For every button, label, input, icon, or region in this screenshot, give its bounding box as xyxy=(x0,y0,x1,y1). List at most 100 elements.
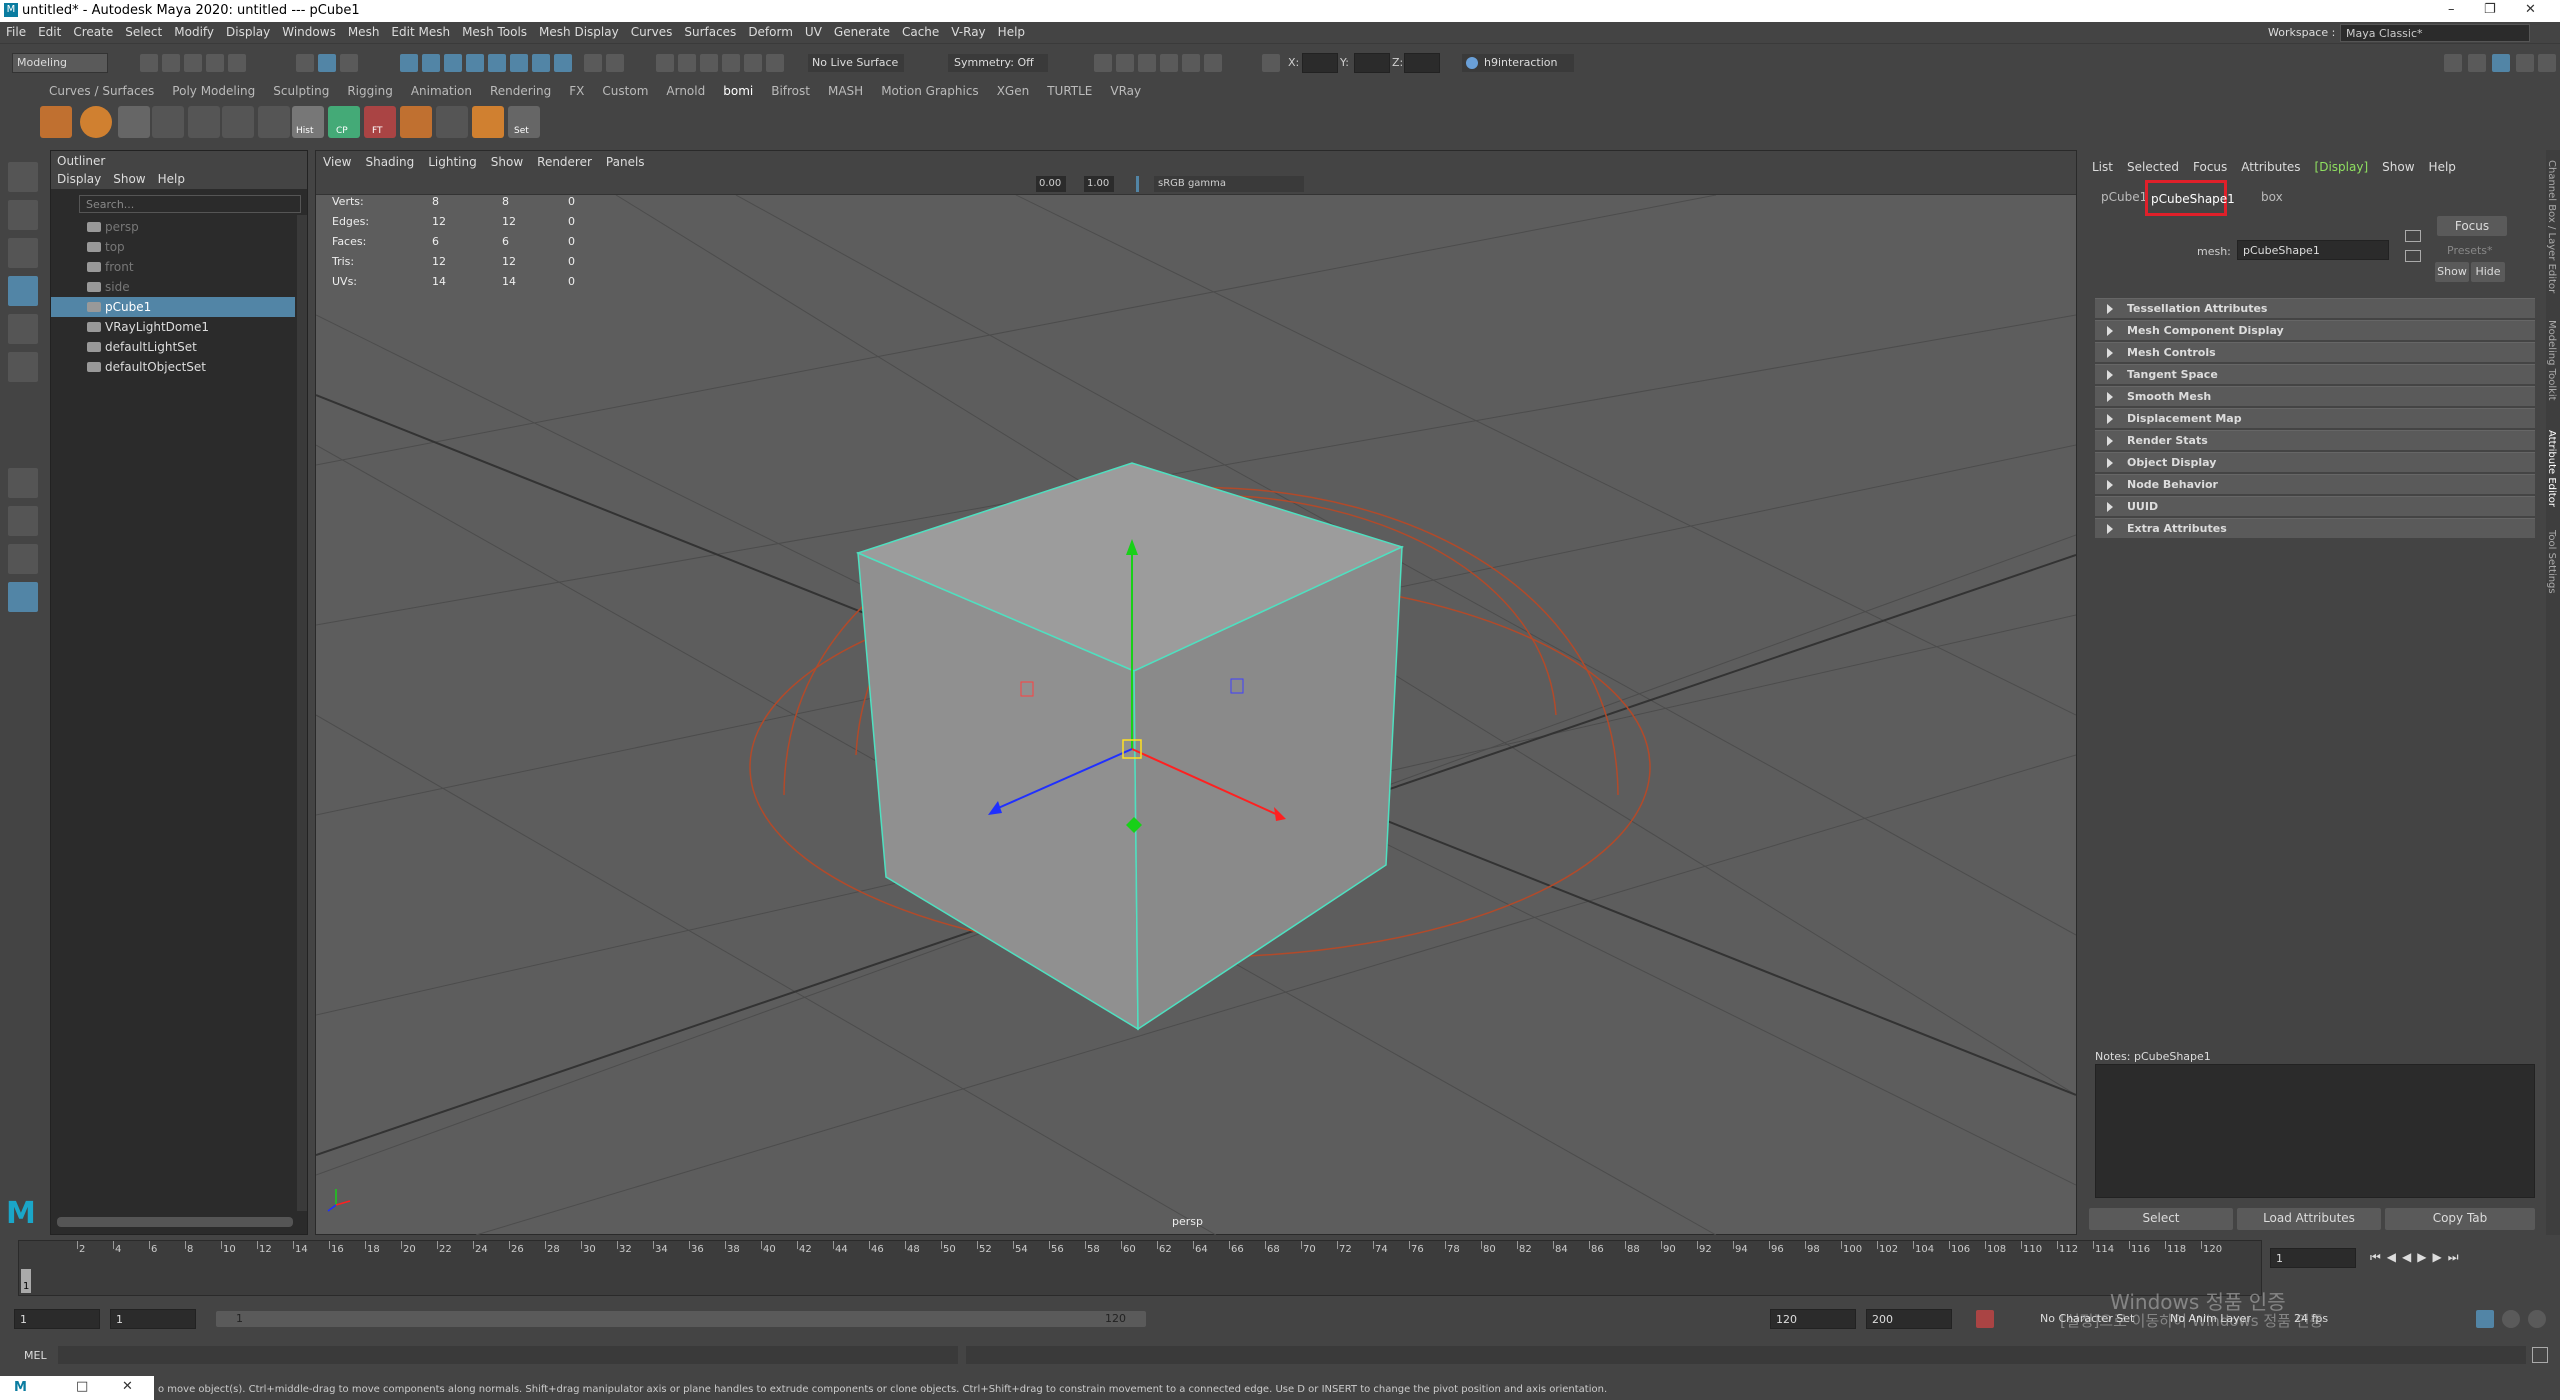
uv-grid-icon[interactable] xyxy=(152,106,184,138)
menu-deform[interactable]: Deform xyxy=(742,22,799,39)
menu-edit-mesh[interactable]: Edit Mesh xyxy=(385,22,456,39)
attr-section-mesh-controls[interactable]: Mesh Controls xyxy=(2095,342,2535,362)
outliner-hscroll[interactable] xyxy=(57,1217,293,1227)
menu-create[interactable]: Create xyxy=(67,22,119,39)
copy-tab-button[interactable]: Copy Tab xyxy=(2385,1208,2535,1230)
menu-display[interactable]: Display xyxy=(220,22,276,39)
shelf-tab-fx[interactable]: FX xyxy=(560,82,593,100)
attr-menu-attributes[interactable]: Attributes xyxy=(2234,156,2307,178)
color-management-icon[interactable] xyxy=(1136,176,1139,192)
notes-textarea[interactable] xyxy=(2095,1064,2535,1198)
menu-cache[interactable]: Cache xyxy=(896,22,945,39)
minimize-icon[interactable]: – xyxy=(2448,2,2455,17)
outliner-item[interactable]: side xyxy=(51,277,295,297)
copy-tab-icon[interactable] xyxy=(2405,250,2421,262)
transform-field-icon[interactable] xyxy=(1262,54,1280,72)
outliner-layout-icon[interactable] xyxy=(8,582,38,612)
universal-icon[interactable] xyxy=(766,54,784,72)
lock-icon[interactable] xyxy=(584,54,602,72)
new-scene-icon[interactable] xyxy=(140,54,158,72)
lasso-tool-icon[interactable] xyxy=(8,200,38,230)
loop-icon[interactable] xyxy=(2502,1310,2520,1328)
four-pane-icon[interactable] xyxy=(8,506,38,536)
end-frame-field[interactable]: 200 xyxy=(1866,1309,1952,1329)
close-icon[interactable]: ✕ xyxy=(2525,2,2536,17)
viewport-menu-panels[interactable]: Panels xyxy=(599,151,652,173)
viewport-menu-view[interactable]: View xyxy=(316,151,358,173)
menu-mesh[interactable]: Mesh xyxy=(342,22,386,39)
rotate-tool-icon[interactable] xyxy=(8,314,38,344)
curve-icon[interactable] xyxy=(436,106,468,138)
attr-menu-list[interactable]: List xyxy=(2085,156,2120,178)
menu-v-ray[interactable]: V-Ray xyxy=(945,22,991,39)
restore-icon[interactable]: ❐ xyxy=(2484,2,2496,17)
outliner-item[interactable]: pCube1 xyxy=(51,297,295,317)
menu-mesh-display[interactable]: Mesh Display xyxy=(533,22,625,39)
history-icon[interactable]: Hist xyxy=(292,106,324,138)
menu-curves[interactable]: Curves xyxy=(625,22,679,39)
menu-surfaces[interactable]: Surfaces xyxy=(678,22,742,39)
select-component-icon[interactable] xyxy=(340,54,358,72)
start-frame-field[interactable]: 1 xyxy=(14,1309,100,1329)
tab-pcube1[interactable]: pCube1 xyxy=(2101,190,2147,204)
mesh-name-field[interactable]: pCubeShape1 xyxy=(2237,240,2389,260)
channel-box-icon[interactable] xyxy=(2538,54,2556,72)
ipr-render-icon[interactable] xyxy=(1138,54,1156,72)
attribute-editor-tab[interactable]: Attribute Editor xyxy=(2546,430,2557,507)
undo-icon[interactable] xyxy=(206,54,224,72)
range-bar[interactable]: 1 120 xyxy=(216,1311,1146,1327)
channel-box-tab[interactable]: Channel Box / Layer Editor xyxy=(2546,160,2557,293)
y-field[interactable] xyxy=(1354,53,1390,73)
menu-windows[interactable]: Windows xyxy=(276,22,342,39)
menu-generate[interactable]: Generate xyxy=(828,22,896,39)
single-pane-icon[interactable] xyxy=(8,468,38,498)
shelf-tab-vray[interactable]: VRay xyxy=(1101,82,1150,100)
viewport-menu-shading[interactable]: Shading xyxy=(358,151,421,173)
snap-together-icon[interactable] xyxy=(606,54,624,72)
viewport-menu-lighting[interactable]: Lighting xyxy=(421,151,484,173)
menu-modify[interactable]: Modify xyxy=(168,22,220,39)
z-field[interactable] xyxy=(1404,53,1440,73)
snap-curve-icon[interactable] xyxy=(422,54,440,72)
outliner-item[interactable]: persp xyxy=(51,217,295,237)
open-scene-icon[interactable] xyxy=(162,54,180,72)
shelf-tab-arnold[interactable]: Arnold xyxy=(657,82,714,100)
presets-button[interactable]: Presets* xyxy=(2447,244,2493,257)
bevel-icon[interactable] xyxy=(400,106,432,138)
snap-view-icon[interactable] xyxy=(466,54,484,72)
redo-icon[interactable] xyxy=(228,54,246,72)
attr-menu-display[interactable]: [Display] xyxy=(2308,156,2376,178)
playback-controls[interactable]: ⏮◀◀▶▶⏭ xyxy=(2370,1250,2465,1265)
tool-settings-icon[interactable] xyxy=(2516,54,2534,72)
hypershade-icon[interactable] xyxy=(1182,54,1200,72)
lasso-icon[interactable] xyxy=(656,54,674,72)
layout-icon[interactable] xyxy=(222,106,254,138)
menu-help[interactable]: Help xyxy=(992,22,1031,39)
current-frame-field[interactable]: 1 xyxy=(2270,1248,2356,1268)
colorspace-dropdown[interactable]: sRGB gamma xyxy=(1154,176,1304,192)
shelf-tab-rendering[interactable]: Rendering xyxy=(481,82,560,100)
shelf-tab-motion-graphics[interactable]: Motion Graphics xyxy=(872,82,988,100)
menu-file[interactable]: File xyxy=(0,22,32,39)
attr-menu-selected[interactable]: Selected xyxy=(2120,156,2186,178)
outliner-vscroll[interactable] xyxy=(297,215,307,1211)
soft-select-icon[interactable] xyxy=(700,54,718,72)
attr-section-smooth-mesh[interactable]: Smooth Mesh xyxy=(2095,386,2535,406)
auto-key-icon[interactable] xyxy=(1976,1310,1994,1328)
two-pane-icon[interactable] xyxy=(8,544,38,574)
snap-vertex-icon[interactable] xyxy=(510,54,528,72)
attr-section-mesh-component-display[interactable]: Mesh Component Display xyxy=(2095,320,2535,340)
snap-edge-icon[interactable] xyxy=(554,54,572,72)
gamma-field[interactable]: 1.00 xyxy=(1084,176,1114,192)
render-current-icon[interactable] xyxy=(1116,54,1134,72)
shelf-tab-bifrost[interactable]: Bifrost xyxy=(762,82,819,100)
render-settings-icon[interactable] xyxy=(1160,54,1178,72)
select-tool-icon[interactable] xyxy=(8,162,38,192)
maya-taskbar-icon[interactable]: M xyxy=(14,1380,27,1395)
center-pivot-icon[interactable]: CP xyxy=(328,106,360,138)
playback-end-field[interactable]: 120 xyxy=(1770,1309,1856,1329)
attr-section-tessellation-attributes[interactable]: Tessellation Attributes xyxy=(2095,298,2535,318)
freeze-transform-icon[interactable]: FT xyxy=(364,106,396,138)
x-field[interactable] xyxy=(1302,53,1338,73)
menu-select[interactable]: Select xyxy=(119,22,168,39)
